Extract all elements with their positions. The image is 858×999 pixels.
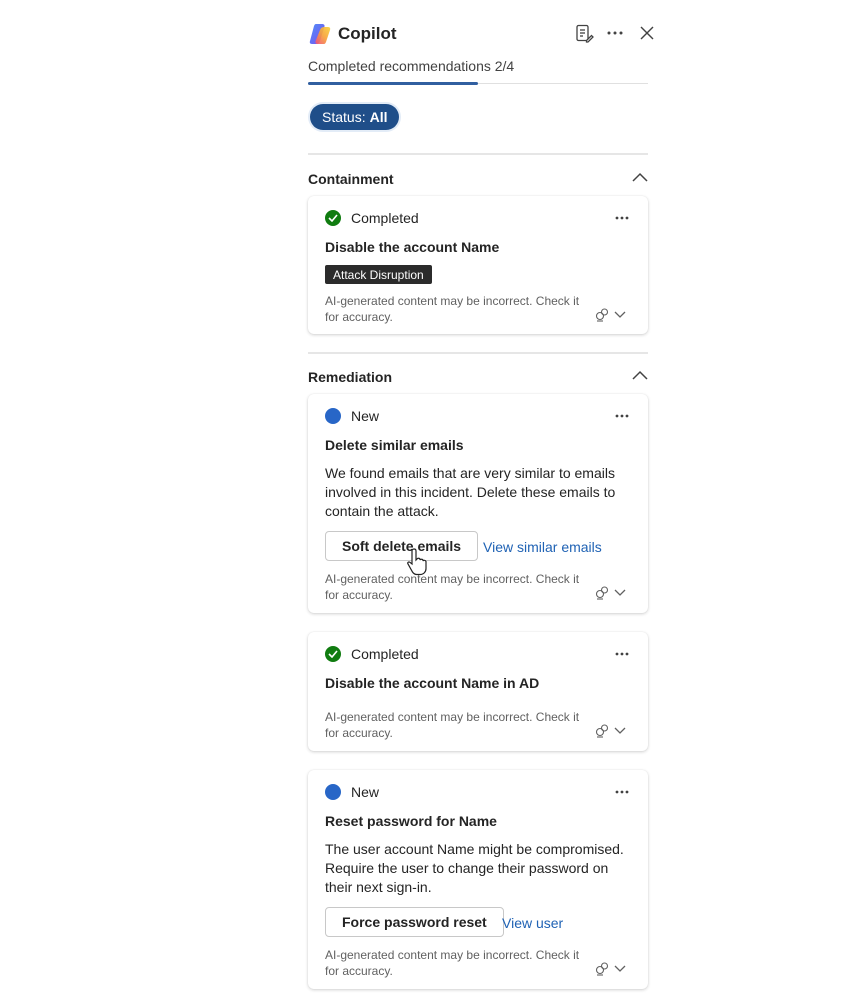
status-row: Completed: [325, 210, 419, 226]
recommendation-card: Completed Disable the account Name in AD…: [308, 632, 648, 751]
feedback-button[interactable]: [594, 961, 626, 977]
feedback-icon: [595, 308, 609, 322]
more-horizontal-icon: [615, 414, 629, 418]
view-user-link[interactable]: View user: [502, 915, 563, 931]
status-row: New: [325, 784, 379, 800]
status-filter-prefix: Status:: [322, 109, 366, 125]
collapse-remediation-button[interactable]: [630, 367, 650, 383]
card-description: The user account Name might be compromis…: [325, 841, 624, 895]
ai-disclaimer: AI-generated content may be incorrect. C…: [325, 948, 580, 978]
soft-delete-emails-button[interactable]: Soft delete emails: [325, 531, 479, 561]
card-title: Disable the account Name: [325, 239, 500, 255]
feedback-button[interactable]: [594, 307, 626, 323]
recommendation-card: New Reset password for Name The user acc…: [308, 770, 648, 989]
collapse-containment-button[interactable]: [630, 169, 650, 185]
more-options-button[interactable]: [603, 22, 627, 44]
status-filter-value: All: [369, 109, 388, 125]
status-row: Completed: [325, 646, 419, 662]
section-title-remediation: Remediation: [308, 369, 393, 385]
more-horizontal-icon: [615, 652, 629, 656]
status-row: New: [325, 408, 379, 424]
card-description: We found emails that are very similar to…: [325, 465, 616, 519]
completed-recommendations-label: Completed recommendations 2/4: [308, 58, 515, 74]
feedback-button[interactable]: [594, 585, 626, 601]
feedback-button[interactable]: [594, 723, 626, 739]
section-divider: [308, 153, 648, 155]
completed-check-icon: [325, 210, 341, 226]
chevron-down-icon: [614, 727, 626, 734]
feedback-icon: [595, 586, 609, 600]
recommendation-card: New Delete similar emails We found email…: [308, 394, 648, 613]
notes-button[interactable]: [572, 22, 596, 44]
ai-disclaimer: AI-generated content may be incorrect. C…: [325, 572, 580, 602]
more-horizontal-icon: [615, 216, 629, 220]
card-more-button[interactable]: [610, 408, 634, 424]
status-label: Completed: [351, 210, 419, 226]
more-horizontal-icon: [615, 790, 629, 794]
chevron-down-icon: [614, 589, 626, 596]
status-filter-button[interactable]: Status: All: [310, 104, 400, 130]
card-more-button[interactable]: [610, 646, 634, 662]
card-more-button[interactable]: [610, 210, 634, 226]
view-similar-emails-link[interactable]: View similar emails: [483, 539, 602, 555]
app-title: Copilot: [338, 24, 397, 43]
status-label: Completed: [351, 646, 419, 662]
attack-disruption-tag: Attack Disruption: [325, 265, 432, 284]
progress-track: [308, 82, 648, 85]
ai-disclaimer: AI-generated content may be incorrect. C…: [325, 710, 580, 740]
recommendation-card: Completed Disable the account Name Attac…: [308, 196, 648, 334]
ai-disclaimer: AI-generated content may be incorrect. C…: [325, 294, 580, 324]
copilot-panel: Copilot Completed recommendations 2/4 St…: [300, 0, 657, 999]
section-divider: [308, 352, 648, 354]
notes-edit-icon: [576, 24, 594, 43]
copilot-logo-icon: [309, 24, 331, 44]
chevron-up-icon: [632, 370, 648, 380]
chevron-down-icon: [614, 311, 626, 318]
close-button[interactable]: [635, 22, 659, 44]
chevron-down-icon: [614, 965, 626, 972]
card-title: Delete similar emails: [325, 437, 464, 453]
new-status-dot-icon: [325, 784, 341, 800]
panel-header: Copilot: [300, 0, 657, 56]
feedback-icon: [595, 724, 609, 738]
chevron-up-icon: [632, 172, 648, 182]
status-label: New: [351, 784, 380, 800]
status-label: New: [351, 408, 380, 424]
new-status-dot-icon: [325, 408, 341, 424]
feedback-icon: [595, 962, 609, 976]
close-icon: [640, 26, 654, 40]
more-horizontal-icon: [607, 31, 623, 35]
force-password-reset-button[interactable]: Force password reset: [325, 907, 504, 937]
progress-fill: [308, 82, 478, 85]
section-title-containment: Containment: [308, 171, 394, 187]
card-title: Reset password for Name: [325, 813, 497, 829]
completed-check-icon: [325, 646, 341, 662]
card-more-button[interactable]: [610, 784, 634, 800]
card-title: Disable the account Name in AD: [325, 675, 540, 691]
